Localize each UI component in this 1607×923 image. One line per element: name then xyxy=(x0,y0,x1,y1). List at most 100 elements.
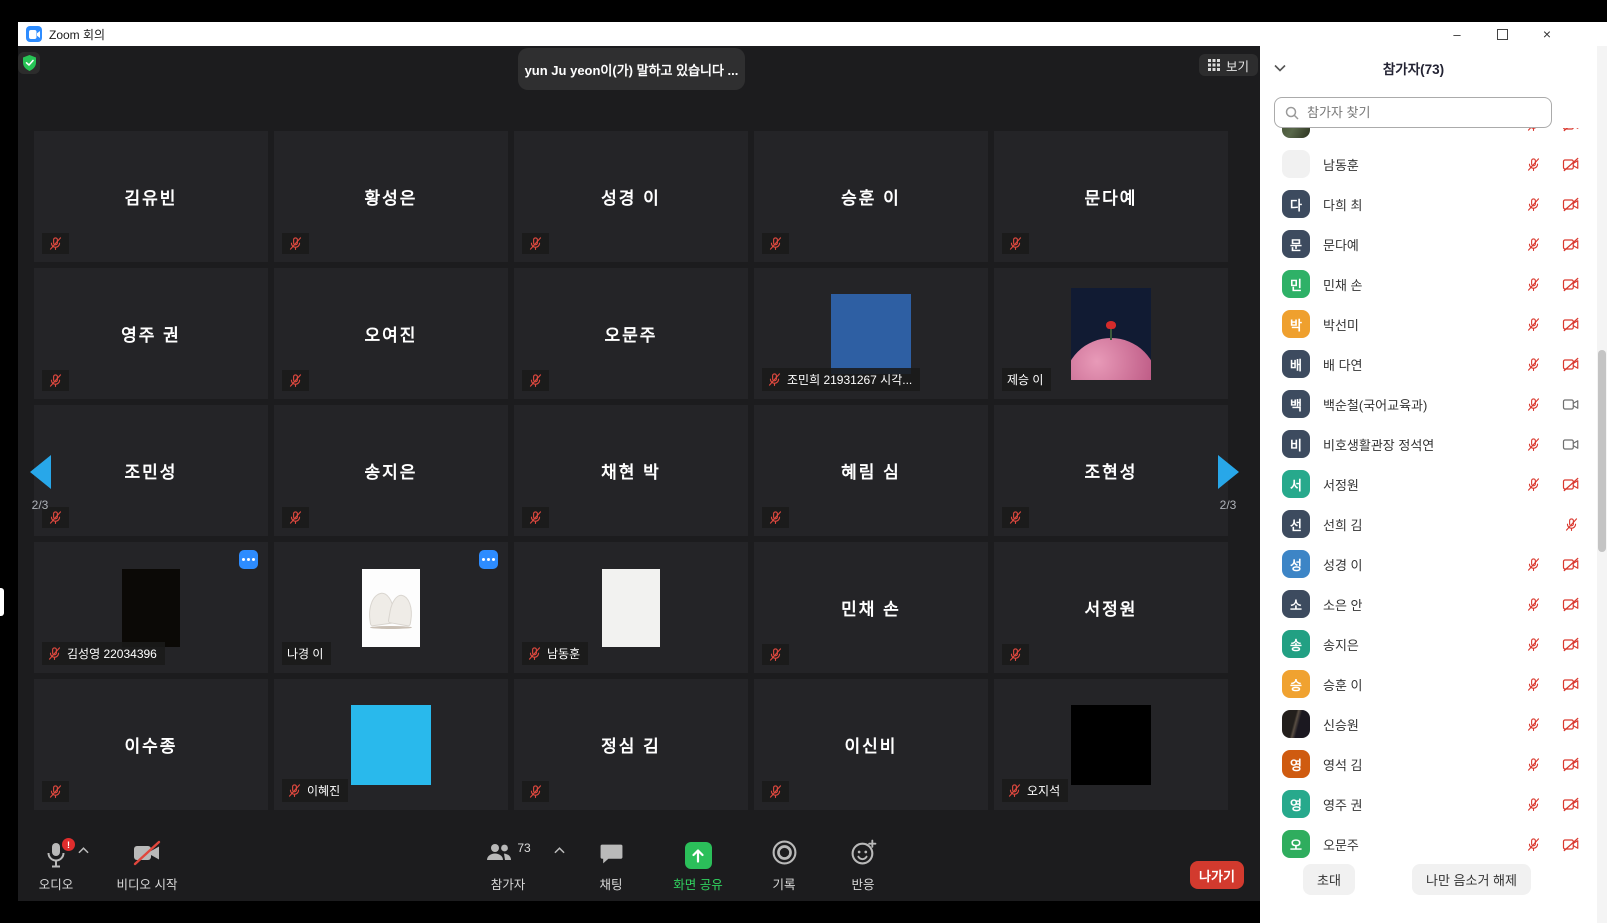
leave-button[interactable]: 나가기 xyxy=(1190,861,1244,889)
participant-tile[interactable]: 오여진 xyxy=(274,268,508,399)
participant-row[interactable]: 송송지은 xyxy=(1260,624,1597,664)
more-options-button[interactable] xyxy=(479,550,498,569)
participant-name: 조민희 21931267 시각... xyxy=(787,371,912,388)
participant-tile[interactable]: 김성영 22034396 xyxy=(34,542,268,673)
participant-row[interactable]: 선선희 김 xyxy=(1260,504,1597,544)
participant-row[interactable]: 남동훈 xyxy=(1260,144,1597,184)
participant-tile[interactable]: 남동훈 xyxy=(514,542,748,673)
video-off-icon xyxy=(1562,477,1580,492)
previous-page-control[interactable]: 2/3 xyxy=(18,455,62,512)
chat-button[interactable]: 채팅 xyxy=(572,842,650,893)
participant-tile[interactable]: 오지석 xyxy=(994,679,1228,810)
magnifier-icon xyxy=(1285,106,1299,120)
next-page-control[interactable]: 2/3 xyxy=(1206,455,1250,512)
participant-tile[interactable]: 이신비 xyxy=(754,679,988,810)
mic-muted-icon xyxy=(528,373,543,388)
participants-options-chevron[interactable] xyxy=(554,841,565,859)
participant-tile[interactable]: 영주 권 xyxy=(34,268,268,399)
panel-scrollbar-thumb[interactable] xyxy=(1598,350,1606,552)
mic-muted-icon xyxy=(1008,510,1023,525)
video-off-icon xyxy=(1562,277,1580,292)
mic-muted-badge xyxy=(42,781,69,802)
participant-search-box[interactable] xyxy=(1274,97,1552,128)
participant-row[interactable]: 승승훈 이 xyxy=(1260,664,1597,704)
participant-tile[interactable]: 황성은 xyxy=(274,131,508,262)
participant-row[interactable]: 영영주 권 xyxy=(1260,784,1597,824)
security-shield-icon[interactable] xyxy=(18,52,40,74)
participant-tile[interactable]: 성경 이 xyxy=(514,131,748,262)
participant-name: 성경 이 xyxy=(1323,555,1523,574)
record-button[interactable]: 기록 xyxy=(744,839,824,893)
participant-row[interactable]: 성성경 이 xyxy=(1260,544,1597,584)
participant-row[interactable]: 오오문주 xyxy=(1260,824,1597,858)
arrow-left-icon[interactable] xyxy=(30,455,51,489)
participants-label: 참가자 xyxy=(491,874,526,893)
restore-button[interactable] xyxy=(1487,22,1517,46)
participant-row[interactable]: 박박선미 xyxy=(1260,304,1597,344)
more-options-button[interactable] xyxy=(239,550,258,569)
participant-row[interactable]: 신승원 xyxy=(1260,704,1597,744)
participant-row[interactable]: 영영석 김 xyxy=(1260,744,1597,784)
participant-tile[interactable]: 나경 이 xyxy=(274,542,508,673)
participant-row[interactable]: 비비호생활관장 정석연 xyxy=(1260,424,1597,464)
participant-tile[interactable]: 채현 박 xyxy=(514,405,748,536)
video-off-icon xyxy=(1562,637,1580,652)
audio-label: 오디오 xyxy=(39,874,74,893)
participant-row[interactable]: 문문다예 xyxy=(1260,224,1597,264)
participant-tile[interactable]: 정심 김 xyxy=(514,679,748,810)
participants-button[interactable]: 73 참가자 xyxy=(466,841,550,893)
minimize-button[interactable]: – xyxy=(1442,22,1472,46)
participant-tile[interactable]: 이수종 xyxy=(34,679,268,810)
participant-tile[interactable]: 조현성 xyxy=(994,405,1228,536)
participant-tile[interactable]: 제승 이 xyxy=(994,268,1228,399)
participant-tile[interactable]: 김유빈 xyxy=(34,131,268,262)
participant-name: 오문주 xyxy=(514,268,748,399)
participant-tile[interactable]: 이혜진 xyxy=(274,679,508,810)
reactions-button[interactable]: 반응 xyxy=(824,839,902,893)
mic-muted-badge xyxy=(522,781,549,802)
participant-tile[interactable]: 서정원 xyxy=(994,542,1228,673)
participant-name: 서정원 xyxy=(994,542,1228,673)
participant-row[interactable]: 다다희 최 xyxy=(1260,184,1597,224)
mic-muted-badge xyxy=(762,233,789,254)
participant-tile[interactable]: 문다예 xyxy=(994,131,1228,262)
start-video-button[interactable]: 비디오 시작 xyxy=(104,840,190,893)
participant-tile[interactable]: 승훈 이 xyxy=(754,131,988,262)
participant-tile[interactable]: 조민희 21931267 시각... xyxy=(754,268,988,399)
participant-tile[interactable]: 혜림 심 xyxy=(754,405,988,536)
mic-muted-icon xyxy=(1526,677,1541,692)
panel-scrollbar-track[interactable] xyxy=(1597,46,1607,923)
close-button[interactable]: × xyxy=(1532,22,1562,46)
participant-tile[interactable]: 조민성 xyxy=(34,405,268,536)
mic-muted-badge xyxy=(1002,233,1029,254)
screen-edge-handle[interactable] xyxy=(0,588,4,616)
share-screen-button[interactable]: 화면 공유 xyxy=(656,842,740,893)
mic-muted-icon xyxy=(1526,837,1541,852)
avatar: 다 xyxy=(1282,190,1310,218)
participant-row[interactable]: 서서정원 xyxy=(1260,464,1597,504)
arrow-right-icon[interactable] xyxy=(1218,455,1239,489)
mic-muted-icon xyxy=(1526,397,1541,412)
audio-options-chevron[interactable] xyxy=(78,841,89,859)
participant-name: 문다예 xyxy=(994,131,1228,262)
video-feed xyxy=(1071,288,1151,380)
video-feed xyxy=(602,569,660,647)
participant-row[interactable]: 민민채 손 xyxy=(1260,264,1597,304)
video-on-icon xyxy=(1562,437,1580,452)
mic-muted-badge xyxy=(522,233,549,254)
participant-row[interactable] xyxy=(1260,128,1597,144)
invite-button[interactable]: 초대 xyxy=(1303,864,1355,895)
participant-tile[interactable]: 오문주 xyxy=(514,268,748,399)
participant-tile[interactable]: 민채 손 xyxy=(754,542,988,673)
participant-row[interactable]: 소소은 안 xyxy=(1260,584,1597,624)
participant-row[interactable]: 배배 다연 xyxy=(1260,344,1597,384)
participant-search-input[interactable] xyxy=(1305,104,1541,121)
participant-name: 남동훈 xyxy=(1323,155,1523,174)
unmute-self-button[interactable]: 나만 음소거 해제 xyxy=(1412,864,1531,895)
participant-name: 비호생활관장 정석연 xyxy=(1323,435,1523,454)
participant-tile[interactable]: 송지은 xyxy=(274,405,508,536)
participant-row[interactable]: 백백순철(국어교육과) xyxy=(1260,384,1597,424)
share-screen-label: 화면 공유 xyxy=(673,874,722,893)
view-button[interactable]: 보기 xyxy=(1199,54,1258,76)
participant-list[interactable]: 남동훈다다희 최문문다예민민채 손박박선미배배 다연백백순철(국어교육과)비비호… xyxy=(1260,128,1597,858)
